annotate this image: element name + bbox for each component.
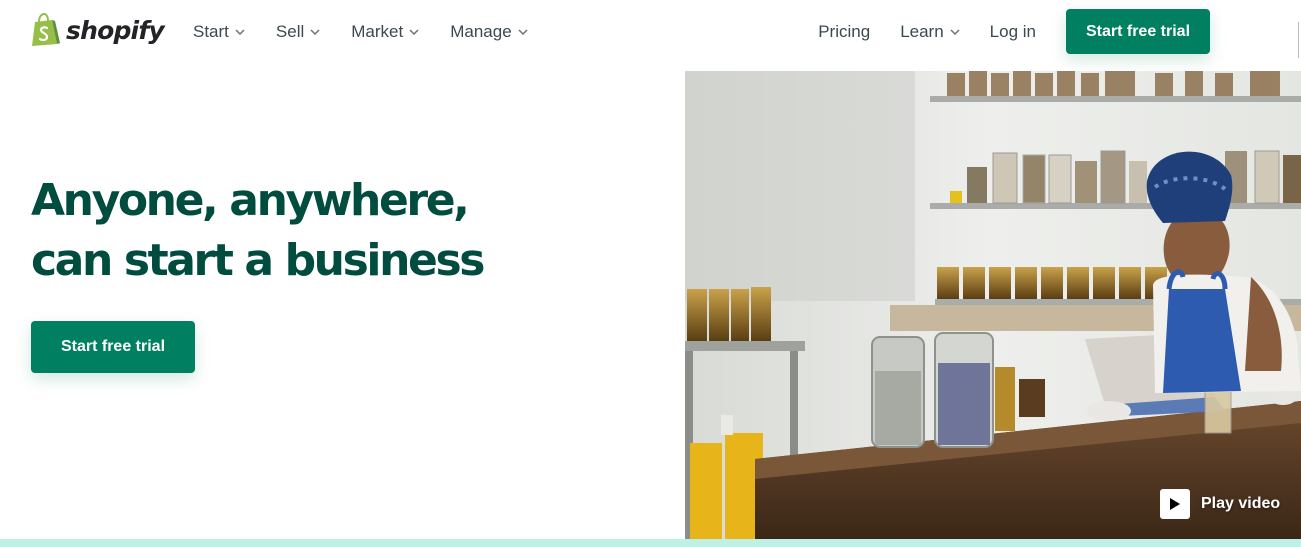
nav-pricing-link[interactable]: Pricing <box>818 22 870 42</box>
nav-learn-label: Learn <box>900 21 944 41</box>
shopify-logo[interactable]: shopify <box>30 13 165 47</box>
nav-manage-label: Manage <box>450 22 512 41</box>
hero-photo <box>685 71 1301 539</box>
chevron-down-icon <box>235 29 245 35</box>
play-icon <box>1160 489 1190 519</box>
nav-start-label: Start <box>193 22 229 41</box>
header-start-trial-button[interactable]: Start free trial <box>1066 9 1210 54</box>
hero-start-trial-button[interactable]: Start free trial <box>31 321 195 373</box>
hero-heading: Anyone, anywhere, can start a business <box>31 171 631 291</box>
play-video-label: Play video <box>1201 495 1281 512</box>
primary-nav: Start Sell Market Manage <box>193 0 528 64</box>
chevron-down-icon <box>409 29 419 35</box>
chevron-down-icon <box>518 29 528 35</box>
nav-manage[interactable]: Manage <box>450 22 528 42</box>
hero-photo-illustration <box>685 71 1301 539</box>
chevron-down-icon <box>950 28 960 35</box>
nav-start[interactable]: Start <box>193 22 245 42</box>
nav-market-label: Market <box>351 22 404 41</box>
nav-sell-label: Sell <box>275 22 305 41</box>
nav-sell[interactable]: Sell <box>276 22 320 42</box>
section-divider-band <box>0 539 1301 547</box>
hero-heading-line-1: Anyone, anywhere, <box>31 175 470 226</box>
site-header: shopify Start Sell Market Manage Pricing… <box>0 0 1301 64</box>
hero-heading-line-2: can start a business <box>31 235 485 286</box>
play-video-button[interactable]: Play video <box>1160 489 1280 519</box>
secondary-nav: Pricing Learn Log in Start free trial <box>818 9 1210 54</box>
login-link[interactable]: Log in <box>990 22 1036 42</box>
brand-wordmark: shopify <box>66 15 165 45</box>
nav-market[interactable]: Market <box>351 22 419 42</box>
chevron-down-icon <box>310 29 320 35</box>
shopping-bag-icon <box>32 13 60 46</box>
nav-learn[interactable]: Learn <box>900 21 960 42</box>
